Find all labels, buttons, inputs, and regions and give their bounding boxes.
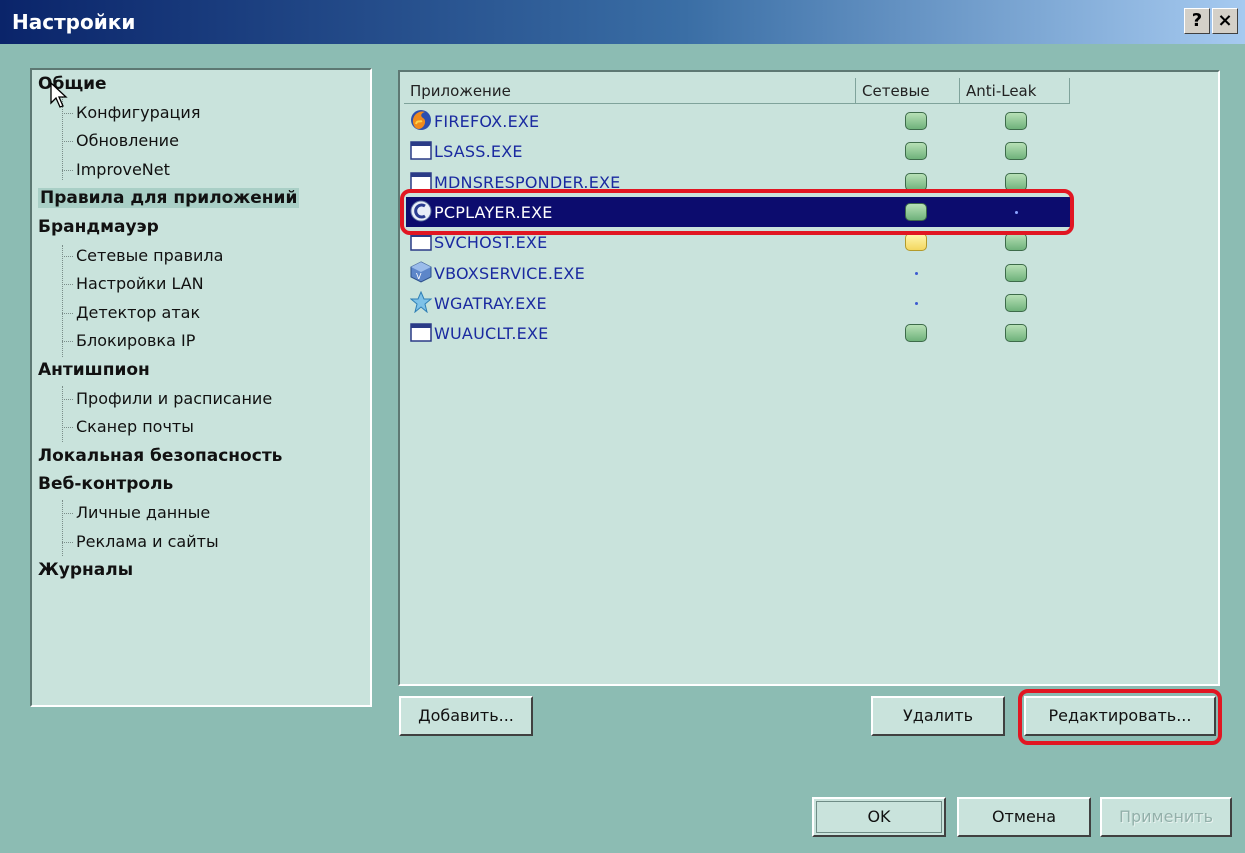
- tree-connector: [62, 96, 63, 180]
- cancel-button[interactable]: Отмена: [957, 797, 1091, 837]
- tree-item-2[interactable]: Обновление: [62, 131, 179, 150]
- app-name: LSASS.EXE: [434, 142, 523, 162]
- app-name: FIREFOX.EXE: [434, 112, 540, 131]
- app-name: MDNSRESPONDER.EXE: [434, 172, 621, 192]
- window-icon: [410, 230, 432, 252]
- app-name: WGATRAY.EXE: [434, 293, 547, 313]
- tree-item-11[interactable]: Профили и расписание: [61, 389, 272, 408]
- app-name: WUAUCLT.EXE: [434, 324, 549, 344]
- app-row-wgatray-exe[interactable]: WGATRAY.EXE: [406, 288, 1070, 318]
- svg-text:V: V: [416, 272, 422, 281]
- column-header-network[interactable]: Сетевые: [856, 78, 960, 104]
- window-icon: [410, 321, 432, 343]
- network-status-green-icon[interactable]: [905, 202, 927, 221]
- app-row-wuauclt-exe[interactable]: WUAUCLT.EXE: [406, 318, 1070, 348]
- network-status-green-icon[interactable]: [905, 172, 927, 191]
- edit-button[interactable]: Редактировать...: [1024, 696, 1216, 736]
- antileak-status-green-icon[interactable]: [1005, 324, 1027, 343]
- apply-button-label: Применить: [1118, 807, 1214, 826]
- column-header-app[interactable]: Приложение: [404, 78, 856, 104]
- tree-item-1[interactable]: Конфигурация: [61, 103, 200, 122]
- antileak-status-green-icon[interactable]: [1005, 263, 1027, 282]
- column-header-antileak[interactable]: Anti-Leak: [960, 78, 1070, 104]
- tree-category-14[interactable]: Веб-контроль: [38, 474, 173, 494]
- delete-button[interactable]: Удалить: [871, 696, 1005, 736]
- antileak-status-green-icon[interactable]: [1005, 293, 1027, 312]
- help-button[interactable]: ?: [1184, 8, 1210, 34]
- delete-button-label: Удалить: [903, 706, 973, 725]
- network-status-dot-icon[interactable]: [914, 301, 918, 305]
- tree-item-8[interactable]: Детектор атак: [61, 303, 200, 322]
- tree-category-0[interactable]: Общие: [38, 74, 107, 94]
- tree-item-12[interactable]: Сканер почты: [62, 417, 194, 436]
- firefox-icon: [410, 109, 432, 131]
- edit-button-label: Редактировать...: [1048, 706, 1192, 725]
- add-button-label: Добавить...: [418, 706, 514, 725]
- network-status-green-icon[interactable]: [905, 324, 927, 343]
- pcplayer-icon: [410, 200, 432, 222]
- antileak-status-dot-icon[interactable]: [1014, 210, 1018, 214]
- tree-category-13[interactable]: Локальная безопасность: [38, 446, 282, 466]
- tree-category-4[interactable]: Правила для приложений: [38, 188, 300, 209]
- app-name: SVCHOST.EXE: [434, 233, 548, 253]
- title-bar[interactable]: Настройки ? ×: [0, 0, 1245, 44]
- tree-category-17[interactable]: Журналы: [38, 560, 133, 580]
- app-row-vboxservice-exe[interactable]: V VBOXSERVICE.EXE: [406, 258, 1070, 288]
- antileak-status-green-icon[interactable]: [1005, 233, 1027, 252]
- tree-category-5[interactable]: Брандмауэр: [38, 217, 159, 237]
- network-status-dot-icon[interactable]: [914, 271, 918, 275]
- app-row-lsass-exe[interactable]: LSASS.EXE: [406, 136, 1070, 166]
- tree-item-3[interactable]: ImproveNet: [62, 160, 170, 179]
- tree-category-10[interactable]: Антишпион: [38, 360, 150, 380]
- tree-item-7[interactable]: Настройки LAN: [62, 274, 204, 293]
- window-title: Настройки: [12, 10, 136, 34]
- apply-button[interactable]: Применить: [1100, 797, 1232, 837]
- settings-tree[interactable]: Общие Конфигурация Обновление ImproveNet Пра…: [30, 68, 372, 707]
- tree-connector: [62, 245, 63, 357]
- network-status-green-icon[interactable]: [905, 142, 927, 161]
- app-row-pcplayer-exe[interactable]: PCPLAYER.EXE: [406, 196, 1070, 227]
- tree-connector: [62, 386, 63, 442]
- tree-item-9[interactable]: Блокировка IP: [61, 331, 195, 350]
- close-button[interactable]: ×: [1212, 8, 1238, 34]
- mouse-cursor-icon: [50, 82, 68, 108]
- app-row-mdnsresponder-exe[interactable]: MDNSRESPONDER.EXE: [406, 167, 1070, 197]
- tree-item-16[interactable]: Реклама и сайты: [62, 532, 219, 551]
- wga-icon: [409, 290, 433, 314]
- antileak-status-green-icon[interactable]: [1005, 112, 1027, 130]
- cancel-button-label: Отмена: [991, 807, 1057, 826]
- network-status-yellow-icon[interactable]: [905, 233, 927, 252]
- app-rules-list[interactable]: Приложение Сетевые Anti-Leak FIREFOX.EXE…: [398, 70, 1220, 686]
- antileak-status-green-icon[interactable]: [1005, 142, 1027, 161]
- tree-item-6[interactable]: Сетевые правила: [61, 246, 223, 265]
- ok-button-label: OK: [867, 807, 891, 826]
- antileak-status-green-icon[interactable]: [1005, 172, 1027, 191]
- vbox-icon: V: [410, 260, 432, 283]
- app-row-firefox-exe[interactable]: FIREFOX.EXE: [406, 106, 1070, 136]
- app-name: PCPLAYER.EXE: [434, 202, 553, 222]
- add-button[interactable]: Добавить...: [399, 696, 533, 736]
- tree-item-15[interactable]: Личные данные: [61, 503, 210, 522]
- app-name: VBOXSERVICE.EXE: [434, 263, 585, 283]
- app-row-svchost-exe[interactable]: SVCHOST.EXE: [406, 227, 1070, 257]
- window-icon: [410, 170, 432, 192]
- ok-button[interactable]: OK: [812, 797, 946, 837]
- network-status-green-icon[interactable]: [905, 112, 927, 130]
- window-icon: [410, 139, 432, 161]
- tree-connector: [62, 500, 63, 556]
